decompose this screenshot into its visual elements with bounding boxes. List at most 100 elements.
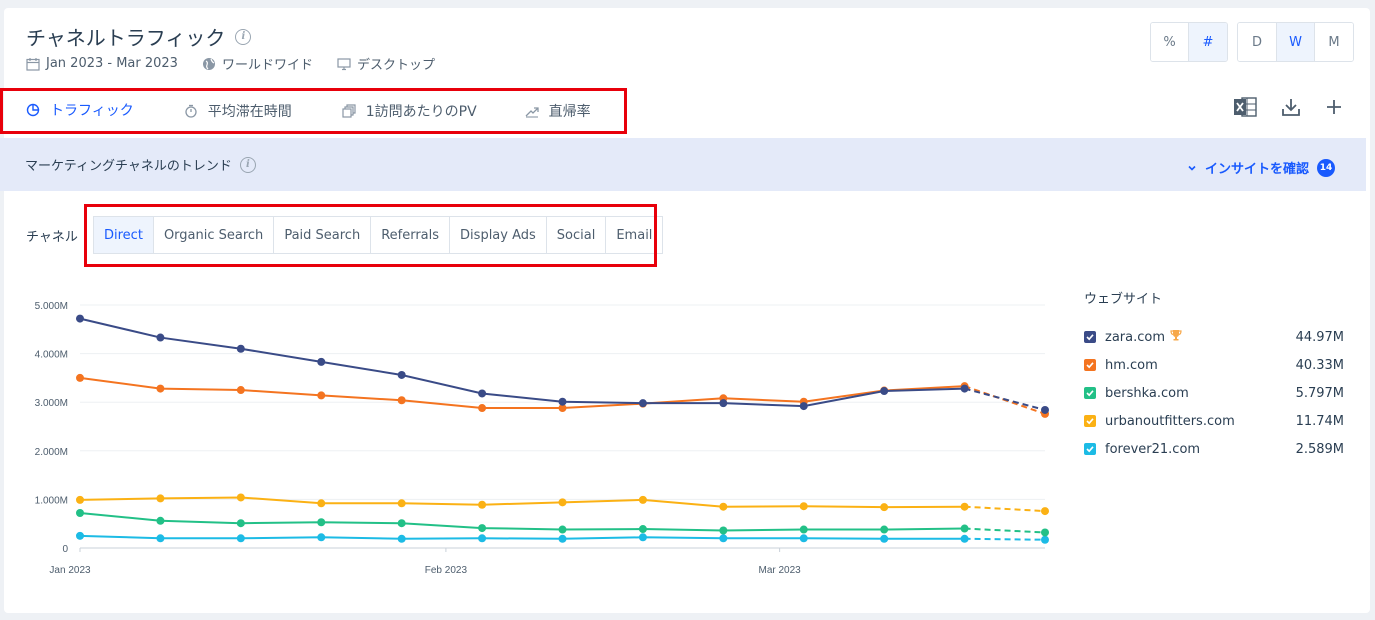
data-point	[719, 399, 728, 408]
insight-label: インサイトを確認	[1204, 162, 1309, 177]
data-point	[156, 494, 165, 503]
y-tick-label: 4.000M	[35, 350, 68, 361]
y-tick-label: 5.000M	[35, 301, 68, 312]
data-point	[156, 333, 165, 342]
desktop-icon	[337, 57, 351, 70]
data-point	[719, 534, 728, 543]
value-toggle: % #	[1150, 22, 1228, 62]
data-point	[1041, 528, 1049, 537]
chevron-down-icon	[1188, 165, 1196, 171]
month-toggle[interactable]: M	[1315, 23, 1353, 61]
data-point	[236, 344, 245, 353]
calendar-icon	[26, 57, 40, 71]
x-tick-label: Feb 2023	[425, 565, 468, 576]
insight-count-badge: 14	[1317, 158, 1335, 177]
data-point	[558, 498, 567, 507]
percent-toggle[interactable]: %	[1151, 23, 1189, 61]
highlight-box	[0, 88, 627, 134]
legend-item[interactable]: hm.com 40.33M	[1084, 351, 1344, 379]
data-point	[638, 399, 647, 408]
data-point	[1041, 535, 1049, 544]
channel-label: チャネル	[26, 230, 78, 245]
legend-item[interactable]: bershka.com 5.797M	[1084, 379, 1344, 407]
date-range: Jan 2023 - Mar 2023	[46, 56, 178, 71]
info-icon[interactable]: i	[235, 28, 252, 45]
data-point	[397, 370, 406, 379]
data-point	[317, 357, 326, 366]
legend-site-label: zara.com	[1105, 329, 1165, 345]
data-point	[397, 534, 406, 543]
legend-site-name: zara.com	[1105, 328, 1296, 346]
y-tick-label: 3.000M	[35, 398, 68, 409]
data-point	[960, 524, 969, 533]
excel-icon[interactable]	[1233, 96, 1257, 118]
trend-banner: マーケティングチャネルのトレンド i	[0, 138, 1366, 191]
data-point	[76, 509, 84, 518]
x-tick-label: Jan 2023	[49, 565, 91, 576]
data-point	[317, 533, 326, 542]
y-tick-label: 1.000M	[35, 495, 68, 506]
legend-site-value: 2.589M	[1295, 441, 1344, 457]
insight-button[interactable]: インサイトを確認 14	[1187, 158, 1335, 177]
day-toggle[interactable]: D	[1238, 23, 1277, 61]
checkbox-icon[interactable]	[1084, 443, 1096, 455]
device: デスクトップ	[356, 58, 435, 73]
data-point	[880, 525, 889, 534]
data-point	[236, 519, 245, 528]
legend-site-label: urbanoutfitters.com	[1105, 413, 1235, 429]
checkbox-icon[interactable]	[1084, 415, 1096, 427]
legend-site-value: 11.74M	[1295, 413, 1344, 429]
data-point	[478, 500, 487, 509]
website-legend: ウェブサイト zara.com 44.97M hm.com 40.33M bershka…	[1084, 288, 1344, 463]
data-point	[317, 391, 326, 400]
data-point	[638, 495, 647, 504]
week-toggle[interactable]: W	[1277, 23, 1315, 61]
legend-site-label: bershka.com	[1105, 385, 1189, 401]
data-point	[236, 534, 245, 543]
data-point	[317, 499, 326, 508]
region: ワールドワイド	[221, 58, 313, 73]
download-icon[interactable]	[1281, 97, 1301, 117]
data-point	[558, 534, 567, 543]
legend-site-value: 40.33M	[1295, 357, 1344, 373]
data-point	[960, 534, 969, 543]
info-icon[interactable]: i	[239, 156, 256, 173]
data-point	[960, 384, 969, 393]
checkbox-icon[interactable]	[1084, 359, 1096, 371]
checkbox-icon[interactable]	[1084, 331, 1096, 343]
number-toggle[interactable]: #	[1189, 23, 1227, 61]
tab-actions	[1233, 96, 1343, 118]
legend-item[interactable]: urbanoutfitters.com 11.74M	[1084, 407, 1344, 435]
legend-site-label: forever21.com	[1105, 441, 1201, 457]
data-point	[1041, 507, 1049, 516]
add-icon[interactable]	[1325, 98, 1343, 116]
legend-item[interactable]: forever21.com 2.589M	[1084, 435, 1344, 463]
page-title: チャネルトラフィック i	[26, 22, 252, 51]
meta-row: Jan 2023 - Mar 2023 ワールドワイド デスクトップ	[26, 54, 435, 73]
y-tick-label: 0	[62, 544, 68, 555]
x-tick-label: Mar 2023	[759, 565, 802, 576]
data-point	[478, 404, 487, 413]
legend-site-name: forever21.com	[1105, 442, 1296, 457]
trophy-icon	[1169, 328, 1183, 346]
data-point	[799, 502, 808, 511]
data-point	[478, 524, 487, 533]
data-point	[236, 493, 245, 502]
data-point	[799, 402, 808, 411]
data-point	[76, 531, 84, 540]
legend-site-label: hm.com	[1105, 357, 1158, 373]
checkbox-icon[interactable]	[1084, 387, 1096, 399]
series-line-forecast	[964, 387, 1046, 411]
globe-icon	[202, 57, 215, 70]
data-point	[880, 534, 889, 543]
traffic-line-chart: 0 1.000M 2.000M 3.000M 4.000M 5.000M Jan 2023 F…	[35, 301, 1049, 576]
data-point	[478, 534, 487, 543]
data-point	[76, 373, 84, 382]
data-point	[638, 525, 647, 534]
legend-item[interactable]: zara.com 44.97M	[1084, 323, 1344, 351]
granularity-toggle: D W M	[1237, 22, 1354, 62]
data-point	[76, 314, 84, 323]
data-point	[719, 526, 728, 535]
data-point	[156, 534, 165, 543]
data-point	[236, 386, 245, 395]
